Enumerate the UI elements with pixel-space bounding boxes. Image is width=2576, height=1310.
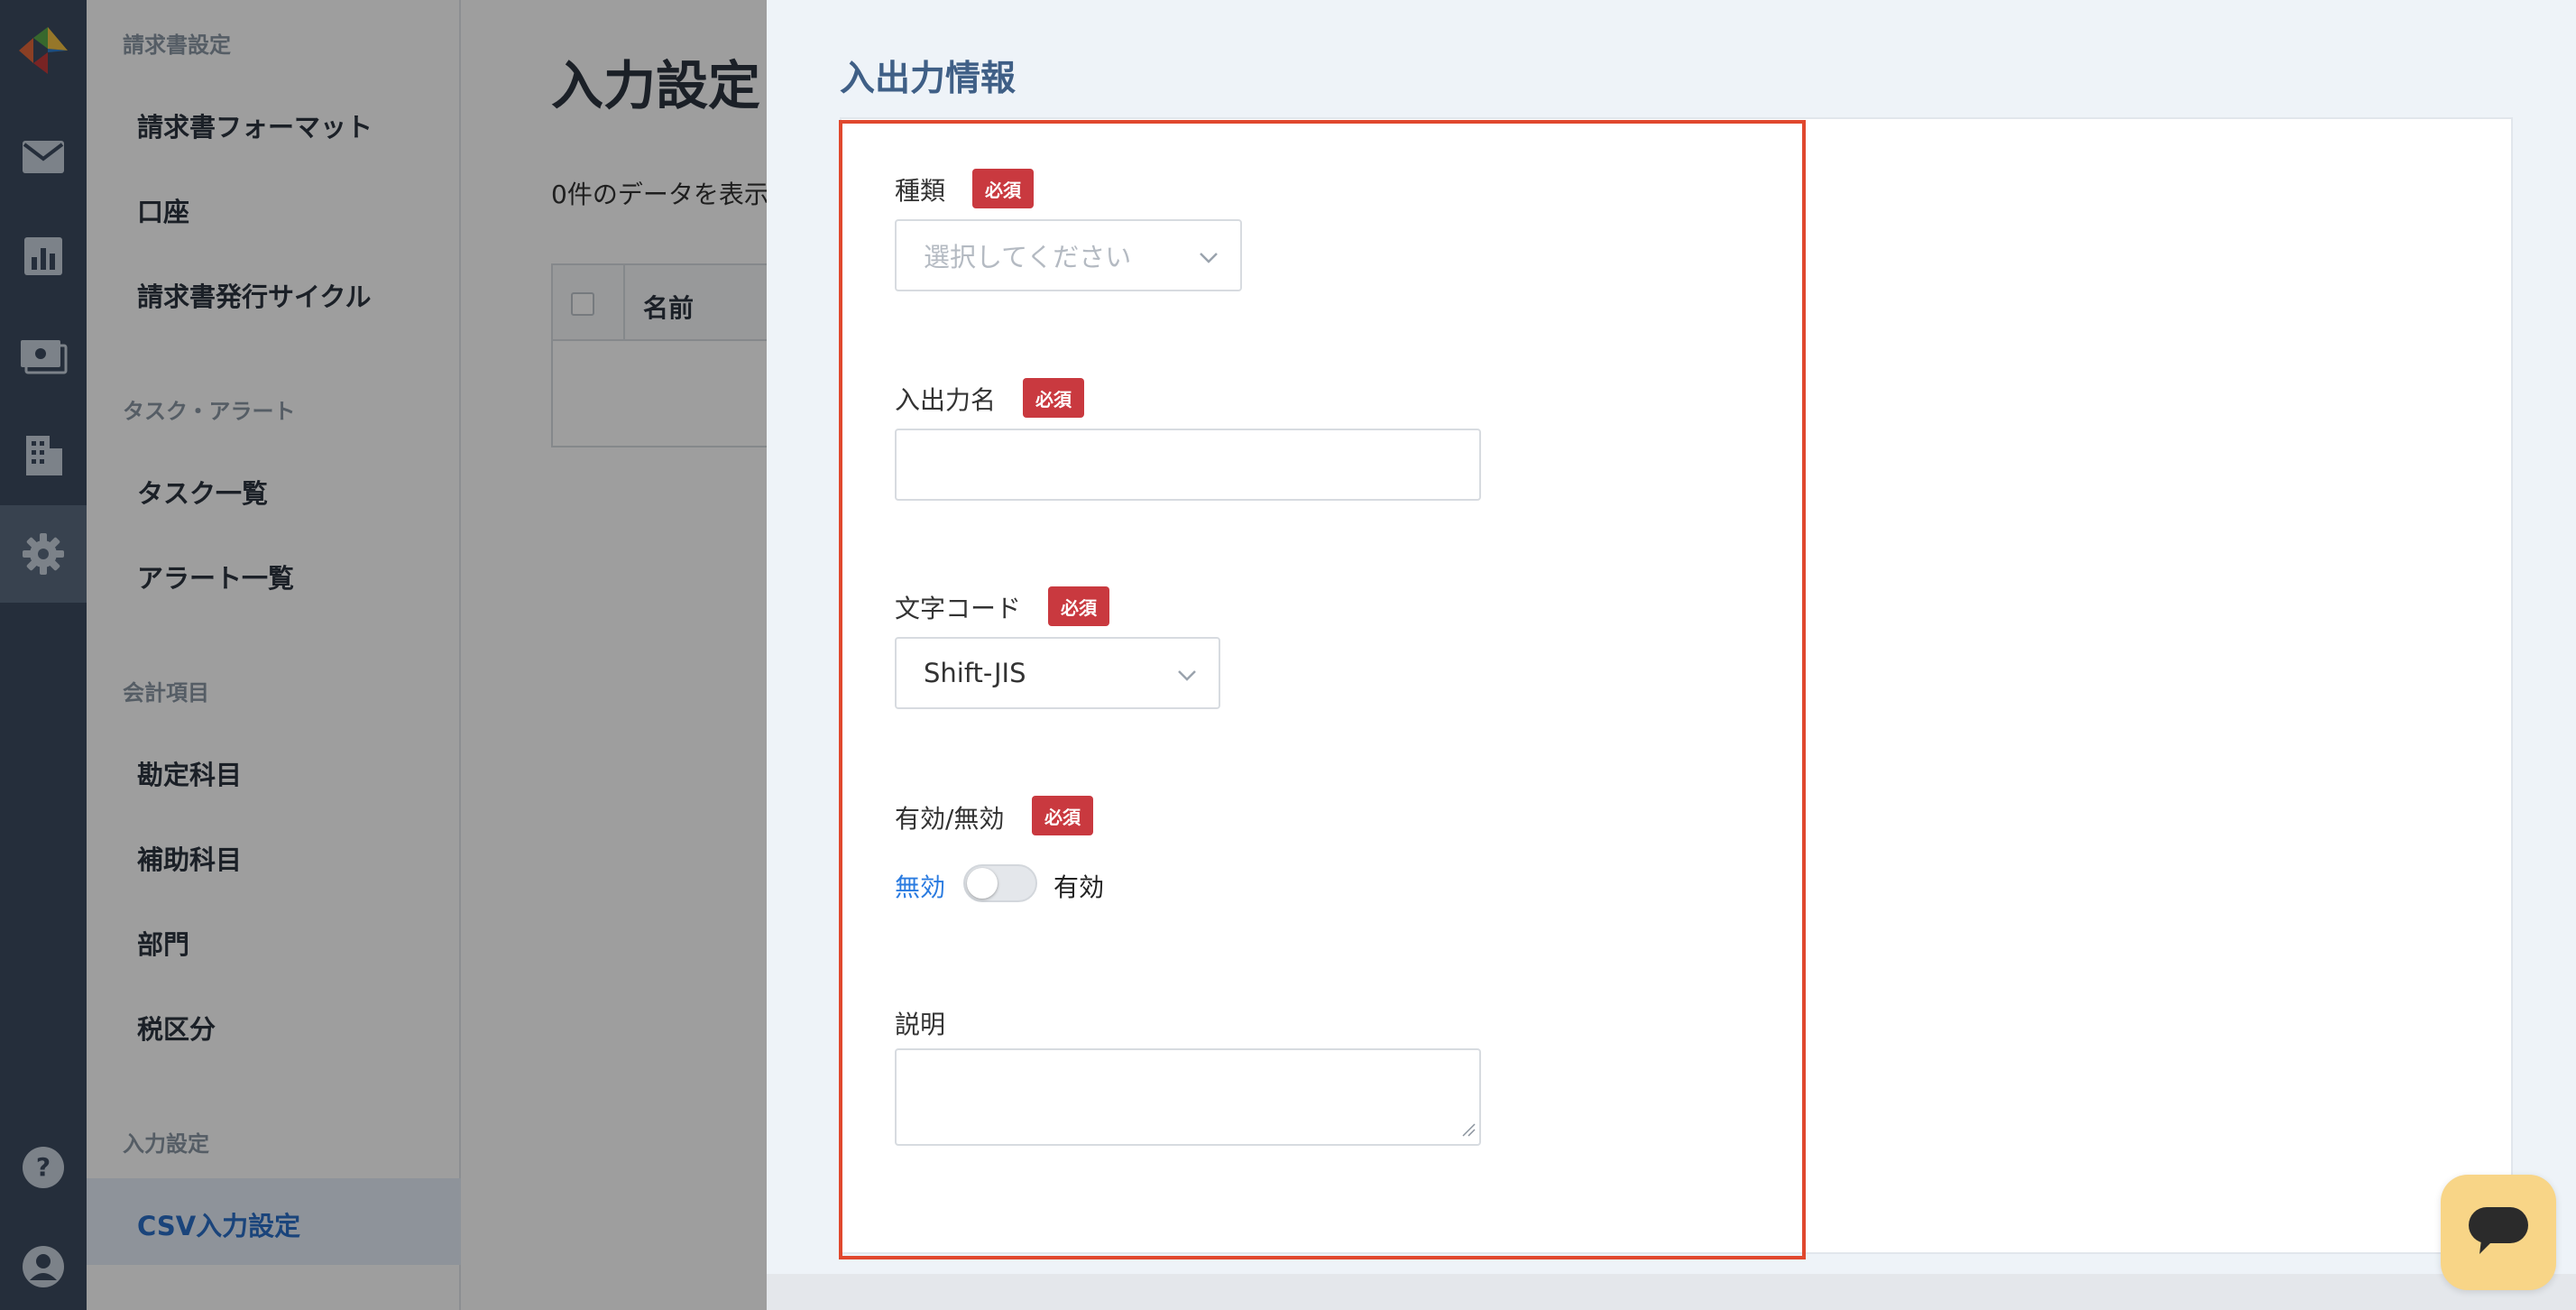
encoding-select-value: Shift-JIS	[924, 658, 1026, 688]
toggle-off-label[interactable]: 無効	[895, 868, 945, 904]
chat-icon	[2467, 1205, 2530, 1259]
chevron-down-icon	[1197, 244, 1220, 275]
chevron-down-icon	[1175, 662, 1199, 693]
type-select[interactable]: 選択してください	[895, 219, 1242, 291]
modal-backdrop[interactable]	[0, 0, 767, 1310]
required-badge: 必須	[1048, 586, 1109, 626]
encoding-select[interactable]: Shift-JIS	[895, 637, 1220, 709]
required-badge: 必須	[1023, 378, 1084, 418]
toggle-knob	[967, 868, 998, 899]
required-badge: 必須	[1032, 796, 1093, 835]
description-textarea[interactable]	[895, 1048, 1481, 1146]
type-select-placeholder: 選択してください	[924, 242, 1132, 272]
io-name-label: 入出力名	[895, 385, 997, 415]
type-label: 種類	[895, 176, 946, 206]
enabled-label: 有効/無効	[895, 804, 1005, 834]
resize-grip-icon[interactable]	[1461, 1122, 1476, 1140]
drawer-footer-strip	[767, 1274, 2576, 1310]
drawer-title: 入出力情報	[840, 59, 1017, 99]
required-badge: 必須	[972, 169, 1034, 208]
description-label: 説明	[895, 1010, 946, 1039]
io-name-input[interactable]	[895, 429, 1481, 501]
encoding-label: 文字コード	[895, 594, 1022, 623]
chat-button[interactable]	[2441, 1175, 2556, 1290]
enabled-toggle[interactable]	[963, 864, 1037, 902]
toggle-on-label[interactable]: 有効	[1053, 868, 1104, 904]
